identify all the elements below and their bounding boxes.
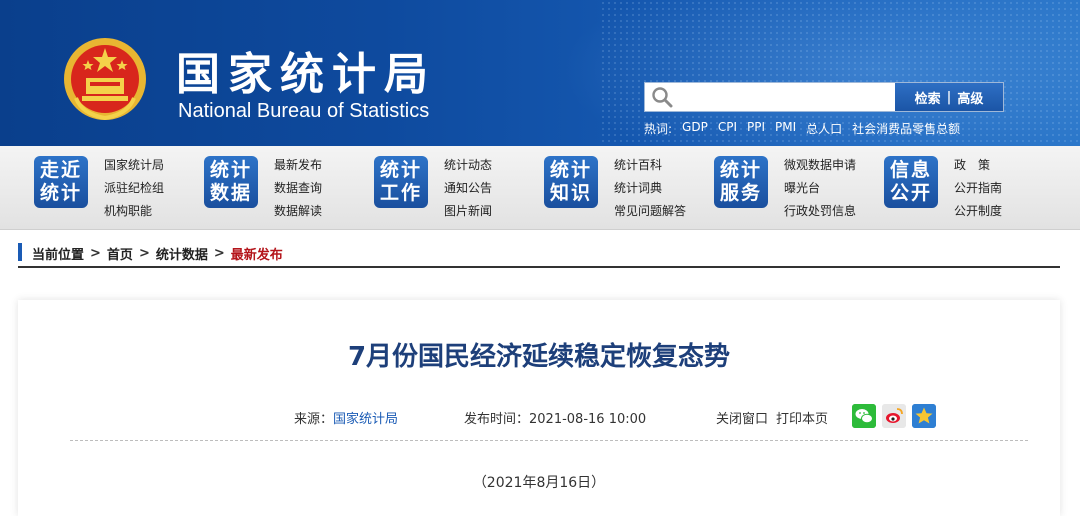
- nav-link[interactable]: 派驻纪检组: [104, 177, 164, 200]
- nav-link[interactable]: 国家统计局: [104, 154, 164, 177]
- article-date-line: （2021年8月16日）: [472, 475, 606, 491]
- advanced-search-button[interactable]: 高级: [957, 88, 983, 107]
- nav-link[interactable]: 机构职能: [104, 200, 164, 223]
- nav-badge-disclosure[interactable]: 信息 公开: [884, 156, 938, 208]
- breadcrumb: 当前位置 > 首页 > 统计数据 > 最新发布: [18, 240, 1060, 268]
- search-buttons: 检索 | 高级: [895, 83, 1003, 111]
- national-emblem-icon: [64, 38, 146, 121]
- hot-word-link[interactable]: PPI: [747, 120, 765, 137]
- nav-badge-line: 走近: [39, 159, 82, 181]
- search-button[interactable]: 检索: [915, 88, 941, 107]
- nav-link[interactable]: 统计词典: [614, 177, 686, 200]
- nav-badge-service[interactable]: 统计 服务: [714, 156, 768, 208]
- main-nav: 走近 统计 国家统计局 派驻纪检组 机构职能 统计 数据 最新发布 数据查询 数…: [0, 146, 1080, 230]
- nav-badge-line: 统计: [209, 159, 252, 181]
- nav-link[interactable]: 图片新闻: [444, 200, 492, 223]
- chevron-right-icon: >: [90, 245, 101, 261]
- breadcrumb-item-current[interactable]: 最新发布: [231, 244, 283, 263]
- site-title-chinese[interactable]: 国家统计局: [176, 38, 436, 102]
- site-header: 国家统计局 National Bureau of Statistics 检索 |…: [0, 0, 1080, 146]
- nav-badge-line: 统计: [549, 159, 592, 181]
- wechat-share-icon[interactable]: [852, 404, 876, 428]
- nav-link[interactable]: 公开指南: [954, 177, 1002, 200]
- publish-time-value: 2021-08-16 10:00: [529, 412, 647, 427]
- nav-links: 最新发布 数据查询 数据解读: [274, 154, 322, 223]
- chevron-right-icon: >: [213, 245, 225, 261]
- nav-link[interactable]: 微观数据申请: [784, 154, 856, 177]
- hot-word-link[interactable]: 总人口: [806, 120, 842, 137]
- favorite-star-icon[interactable]: [912, 404, 936, 428]
- nav-badge-work[interactable]: 统计 工作: [374, 156, 428, 208]
- nav-links: 国家统计局 派驻纪检组 机构职能: [104, 154, 164, 223]
- article-panel: 7月份国民经济延续稳定恢复态势 来源：国家统计局 发布时间：2021-08-16…: [18, 300, 1060, 516]
- nav-link[interactable]: 行政处罚信息: [784, 200, 856, 223]
- search-box: 检索 | 高级: [644, 82, 1004, 112]
- print-page-button[interactable]: 打印本页: [776, 412, 828, 427]
- nav-link[interactable]: 常见问题解答: [614, 200, 686, 223]
- nav-link[interactable]: 统计百科: [614, 154, 686, 177]
- nav-link[interactable]: 政 策: [954, 154, 1002, 177]
- search-input[interactable]: [679, 85, 891, 109]
- breadcrumb-marker: [18, 243, 22, 261]
- nav-links: 政 策 公开指南 公开制度: [954, 154, 1002, 223]
- nav-links: 统计百科 统计词典 常见问题解答: [614, 154, 686, 223]
- close-window-button[interactable]: 关闭窗口: [716, 412, 768, 427]
- article-publish-time: 发布时间：2021-08-16 10:00: [464, 408, 646, 427]
- source-label: 来源：: [294, 412, 334, 427]
- nav-link[interactable]: 通知公告: [444, 177, 492, 200]
- search-button-separator: |: [946, 89, 952, 105]
- hot-word-link[interactable]: 社会消费品零售总额: [852, 120, 960, 137]
- nav-link[interactable]: 数据查询: [274, 177, 322, 200]
- hot-words: 热词: GDP CPI PPI PMI 总人口 社会消费品零售总额: [644, 120, 960, 137]
- article-actions: 关闭窗口 打印本页: [716, 408, 836, 427]
- hot-word-link[interactable]: CPI: [718, 120, 737, 137]
- nav-links: 微观数据申请 曝光台 行政处罚信息: [784, 154, 856, 223]
- chevron-right-icon: >: [138, 245, 150, 261]
- weibo-share-icon[interactable]: [882, 404, 906, 428]
- publish-time-label: 发布时间：: [464, 412, 530, 427]
- nav-badge-line: 工作: [379, 182, 422, 204]
- nav-link[interactable]: 统计动态: [444, 154, 492, 177]
- nav-badge-data[interactable]: 统计 数据: [204, 156, 258, 208]
- nav-badge-line: 知识: [549, 182, 592, 204]
- nav-badge-line: 统计: [39, 182, 82, 204]
- article-meta: 来源：国家统计局 发布时间：2021-08-16 10:00 关闭窗口 打印本页: [18, 404, 1060, 428]
- nav-badge-line: 数据: [209, 182, 252, 204]
- breadcrumb-item-stats-data[interactable]: 统计数据: [156, 244, 208, 263]
- search-icon: [652, 87, 673, 108]
- breadcrumb-item-home[interactable]: 首页: [107, 244, 133, 263]
- nav-link[interactable]: 公开制度: [954, 200, 1002, 223]
- nav-badge-line: 信息: [889, 159, 932, 181]
- nav-badge-about[interactable]: 走近 统计: [34, 156, 88, 208]
- nav-badge-line: 统计: [719, 159, 762, 181]
- nav-badge-knowledge[interactable]: 统计 知识: [544, 156, 598, 208]
- hot-word-link[interactable]: PMI: [775, 120, 796, 137]
- nav-badge-line: 公开: [889, 182, 932, 204]
- article-source: 来源：国家统计局: [294, 408, 398, 427]
- breadcrumb-label: 当前位置: [32, 247, 85, 263]
- nav-badge-line: 服务: [719, 182, 762, 204]
- source-value: 国家统计局: [333, 412, 399, 427]
- nav-link[interactable]: 数据解读: [274, 200, 322, 223]
- nav-badge-line: 统计: [379, 159, 422, 181]
- nav-links: 统计动态 通知公告 图片新闻: [444, 154, 492, 223]
- article-title: 7月份国民经济延续稳定恢复态势: [347, 342, 731, 372]
- nav-link[interactable]: 曝光台: [784, 177, 856, 200]
- hot-word-link[interactable]: GDP: [682, 120, 708, 137]
- article-divider: [70, 440, 1028, 441]
- site-title-english[interactable]: National Bureau of Statistics: [178, 100, 429, 123]
- hot-words-label: 热词:: [644, 122, 673, 136]
- nav-link[interactable]: 最新发布: [274, 154, 322, 177]
